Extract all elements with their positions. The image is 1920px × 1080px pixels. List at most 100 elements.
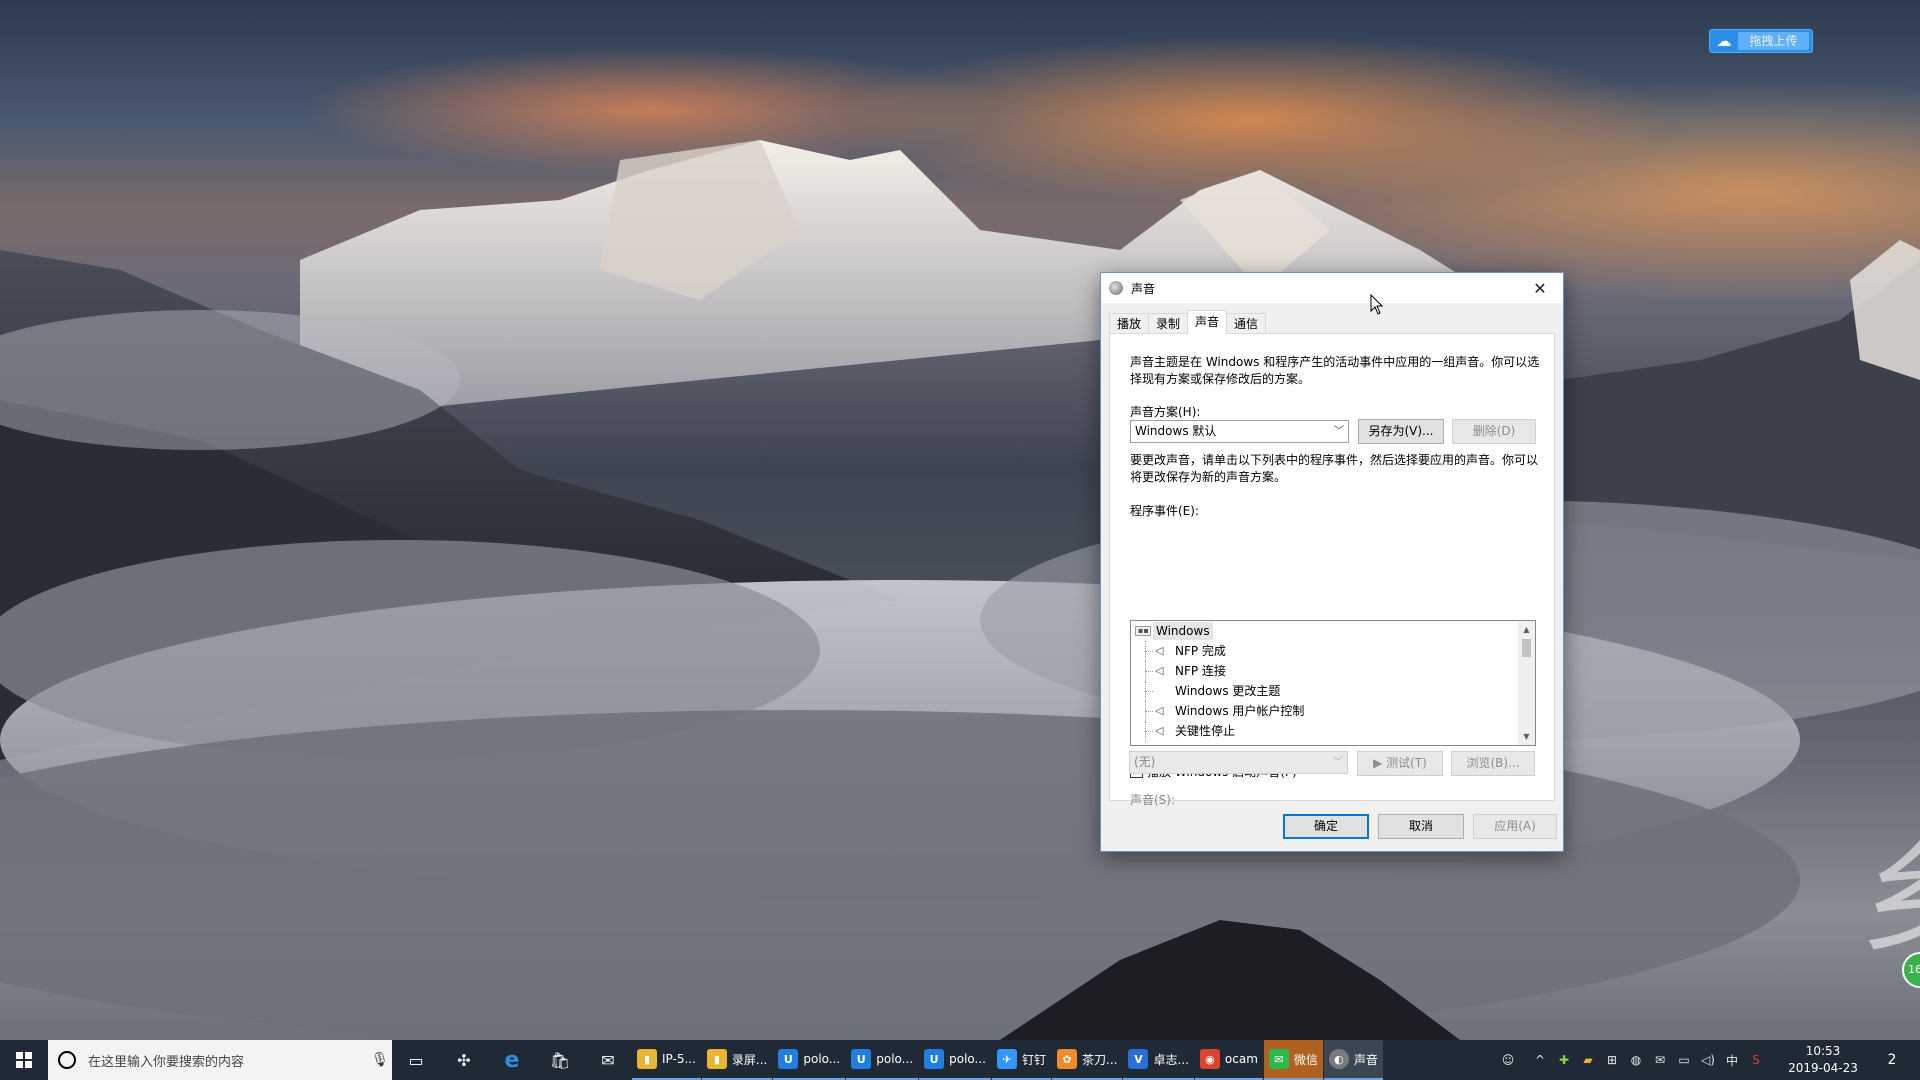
sound-label: 声音(S):: [1130, 793, 1176, 807]
taskbar-app-polo-1[interactable]: U polo...: [773, 1040, 846, 1080]
mountain-landscape: [0, 140, 1920, 1040]
chevron-down-icon: ﹀: [1333, 757, 1343, 768]
event-label: 关键性停止: [1175, 724, 1236, 738]
speaker-icon: ◁: [1155, 644, 1164, 657]
apply-button[interactable]: 应用(A): [1473, 814, 1557, 839]
list-item[interactable]: ▪▪ Windows: [1131, 621, 1535, 641]
list-item[interactable]: ◁ Windows 用户帐户控制: [1131, 701, 1535, 721]
speaker-icon: ◁: [1155, 704, 1164, 717]
chadao-icon: ✿: [1057, 1049, 1078, 1069]
sound-value: (无): [1134, 755, 1156, 769]
upload-widget[interactable]: ☁ 拖拽上传: [1709, 29, 1813, 53]
cloud-icon: ☁: [1716, 32, 1732, 50]
ocam-icon: ◉: [1199, 1049, 1220, 1069]
zhuozhi-icon: V: [1128, 1049, 1149, 1069]
tray-chat-icon[interactable]: ◍: [1624, 1040, 1648, 1080]
task-view-icon[interactable]: ▭: [392, 1040, 440, 1080]
taskbar-app-ocam[interactable]: ◉ ocam: [1194, 1040, 1263, 1080]
list-item[interactable]: Windows 更改主题: [1131, 681, 1535, 701]
sounds-panel: 声音主题是在 Windows 和程序产生的活动事件中应用的一组声音。你可以选择现…: [1109, 333, 1555, 807]
list-scrollbar[interactable]: ▲ ▼: [1518, 621, 1535, 745]
volume-icon[interactable]: ◁): [1696, 1040, 1720, 1080]
cancel-button[interactable]: 取消: [1378, 814, 1464, 839]
ok-button[interactable]: 确定: [1283, 814, 1369, 839]
sogou-ime-icon[interactable]: S: [1744, 1040, 1768, 1080]
save-as-button[interactable]: 另存为(V)...: [1358, 419, 1444, 444]
close-icon[interactable]: ✕: [1517, 273, 1563, 303]
scroll-up-icon[interactable]: ▲: [1518, 621, 1535, 638]
people-icon[interactable]: ☺: [1496, 1040, 1520, 1080]
wechat-icon: ✉: [1268, 1049, 1289, 1069]
change-description: 要更改声音，请单击以下列表中的程序事件，然后选择要应用的声音。你可以将更改保存为…: [1130, 453, 1539, 484]
dingtalk-icon: ✈: [997, 1049, 1017, 1069]
polo-app-icon: U: [778, 1049, 799, 1069]
ime-indicator[interactable]: 中: [1720, 1040, 1744, 1080]
taskbar-app-zhuozhi[interactable]: V 卓志...: [1123, 1040, 1194, 1080]
sound-select[interactable]: (无) ﹀: [1129, 751, 1348, 774]
event-label: Windows: [1153, 622, 1213, 640]
list-item[interactable]: ◁ NFP 连接: [1131, 661, 1535, 681]
upload-label[interactable]: 拖拽上传: [1738, 32, 1809, 50]
pinned-app-icon[interactable]: ✣: [440, 1040, 488, 1080]
list-item[interactable]: ◁ 关键性停止: [1131, 721, 1535, 741]
tab-recording[interactable]: 录制: [1148, 313, 1189, 334]
event-label: Windows 用户帐户控制: [1175, 704, 1305, 718]
start-button[interactable]: [0, 1040, 48, 1080]
store-icon[interactable]: 🛍: [536, 1040, 584, 1080]
taskbar-app-sound[interactable]: ◐ 声音: [1323, 1040, 1383, 1080]
list-item[interactable]: ◁ NFP 完成: [1131, 641, 1535, 661]
theme-description: 声音主题是在 Windows 和程序产生的活动事件中应用的一组声音。你可以选择现…: [1130, 355, 1540, 386]
scheme-select[interactable]: Windows 默认 ﹀: [1130, 420, 1349, 443]
clock-date: 2019-04-23: [1788, 1061, 1858, 1075]
dialog-titlebar[interactable]: 声音 ✕: [1101, 273, 1563, 303]
event-label: Windows 更改主题: [1175, 684, 1281, 698]
tree-collapse-icon: ▪▪: [1135, 626, 1151, 636]
tray-app-icon[interactable]: ✚: [1552, 1040, 1576, 1080]
tray-folder-icon[interactable]: ▰: [1576, 1040, 1600, 1080]
system-tray: ☺ ^ ✚ ▰ ⊞ ◍ ✉ ▭ ◁) 中 S: [1496, 1040, 1768, 1080]
event-label: NFP 完成: [1175, 644, 1226, 658]
tray-network-icon[interactable]: ⊞: [1600, 1040, 1624, 1080]
taskbar-app-folder-ip[interactable]: ▮ IP-5...: [632, 1040, 701, 1080]
folder-icon: ▮: [706, 1049, 727, 1069]
program-events-list[interactable]: ▪▪ Windows ◁ NFP 完成 ◁ NFP 连接 Windows 更改主…: [1130, 620, 1536, 746]
taskbar-app-polo-3[interactable]: U polo...: [919, 1040, 991, 1080]
tab-playback[interactable]: 播放: [1109, 313, 1150, 334]
chevron-down-icon: ﹀: [1334, 426, 1344, 437]
chevron-up-icon[interactable]: ^: [1528, 1040, 1552, 1080]
taskbar-search[interactable]: 在这里输入你要搜索的内容 🎙: [48, 1040, 392, 1080]
speaker-app-icon: [1109, 281, 1123, 295]
dialog-tabs: 播放 录制 声音 通信: [1109, 310, 1267, 334]
microphone-icon[interactable]: 🎙: [368, 1048, 392, 1072]
taskbar-app-wechat[interactable]: ✉ 微信: [1263, 1040, 1323, 1080]
dialog-title: 声音: [1131, 281, 1156, 296]
scheme-value: Windows 默认: [1135, 424, 1217, 438]
mail-icon[interactable]: ✉: [584, 1040, 632, 1080]
speaker-icon: ◁: [1155, 724, 1164, 737]
tray-pc-icon[interactable]: ▭: [1672, 1040, 1696, 1080]
taskbar-app-dingtalk[interactable]: ✈ 钉钉: [992, 1040, 1052, 1080]
event-label: NFP 连接: [1175, 664, 1226, 678]
notification-center-icon[interactable]: 2: [1872, 1040, 1912, 1080]
taskbar-app-folder-record[interactable]: ▮ 录屏...: [701, 1040, 773, 1080]
cortana-icon: [58, 1051, 76, 1069]
taskbar-app-polo-2[interactable]: U polo...: [846, 1040, 919, 1080]
taskbar-app-chadao[interactable]: ✿ 茶刀...: [1052, 1040, 1123, 1080]
taskbar-clock[interactable]: 10:53 2019-04-23: [1787, 1043, 1859, 1077]
clock-time: 10:53: [1805, 1044, 1841, 1058]
scroll-down-icon[interactable]: ▼: [1518, 728, 1535, 745]
notification-count: 2: [1887, 1052, 1897, 1068]
delete-button[interactable]: 删除(D): [1452, 419, 1536, 444]
tray-wechat-icon[interactable]: ✉: [1648, 1040, 1672, 1080]
tab-communications[interactable]: 通信: [1226, 313, 1267, 334]
events-label: 程序事件(E):: [1130, 504, 1199, 518]
edge-browser-icon[interactable]: e: [488, 1040, 536, 1080]
tab-sounds[interactable]: 声音: [1187, 310, 1228, 334]
polo-app-icon: U: [924, 1049, 945, 1069]
scroll-thumb[interactable]: [1522, 639, 1531, 657]
browse-button[interactable]: 浏览(B)...: [1451, 751, 1535, 776]
mouse-cursor-icon: [1370, 294, 1384, 315]
test-button[interactable]: ▶ 测试(T): [1357, 751, 1443, 776]
scheme-label: 声音方案(H):: [1130, 405, 1201, 419]
folder-icon: ▮: [637, 1049, 657, 1069]
